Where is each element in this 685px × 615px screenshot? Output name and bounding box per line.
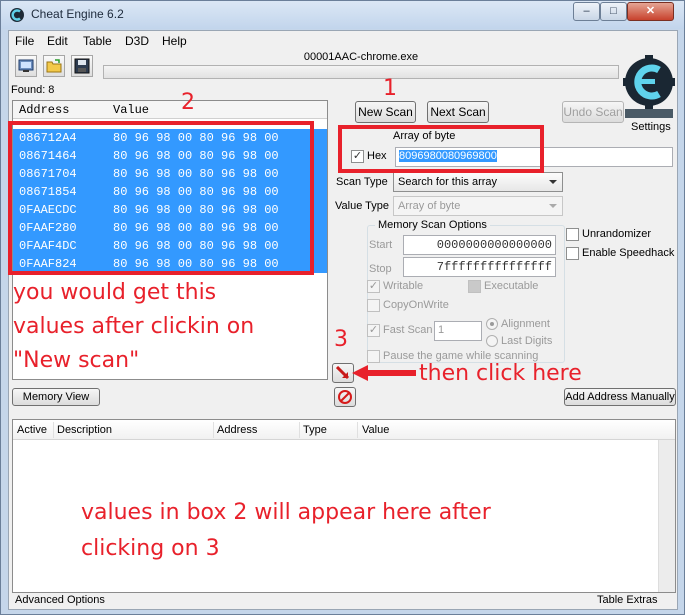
add-address-manually-button[interactable]: Add Address Manually: [564, 388, 676, 406]
value-type-label: Value Type: [335, 200, 390, 212]
annotation-box-1: [338, 125, 544, 173]
column-separator[interactable]: [213, 422, 214, 438]
open-file-icon: [46, 59, 62, 73]
writable-label: Writable: [383, 280, 424, 292]
no-entry-icon: [338, 390, 352, 404]
menu-edit[interactable]: Edit: [47, 34, 68, 48]
annotation-results-note-line3: "New scan": [13, 348, 140, 373]
annotation-number-2: 2: [181, 90, 195, 115]
settings-link[interactable]: Settings: [631, 121, 671, 133]
menu-d3d[interactable]: D3D: [125, 34, 149, 48]
fast-scan-label: Fast Scan: [383, 324, 433, 336]
red-arrow-icon: [336, 366, 350, 380]
col-active[interactable]: Active: [17, 424, 47, 436]
last-digits-label: Last Digits: [501, 335, 553, 347]
chevron-down-icon: [549, 180, 557, 184]
start-address-input[interactable]: 0000000000000000: [403, 235, 556, 255]
col-address[interactable]: Address: [217, 424, 257, 436]
stop-address-input[interactable]: 7fffffffffffffff: [403, 257, 556, 277]
scan-type-value: Search for this array: [398, 176, 498, 188]
alignment-radio[interactable]: [486, 318, 498, 330]
cheat-table-scrollbar[interactable]: [658, 440, 675, 592]
annotation-arrow-icon: [352, 365, 416, 381]
open-file-button[interactable]: [43, 55, 65, 77]
fast-scan-checkbox[interactable]: ✓: [367, 324, 380, 337]
memory-scan-options-title: Memory Scan Options: [375, 219, 490, 231]
minimize-button[interactable]: –: [573, 2, 600, 21]
save-file-button[interactable]: [71, 55, 93, 77]
found-count: Found: 8: [11, 84, 55, 96]
copy-on-write-checkbox[interactable]: [367, 299, 380, 312]
title-bar[interactable]: Cheat Engine 6.2 – □ ✕: [1, 1, 684, 29]
value-type-select[interactable]: Array of byte: [393, 196, 563, 216]
cheat-engine-logo-icon[interactable]: [623, 55, 675, 119]
value-type-value: Array of byte: [398, 200, 461, 212]
annotation-list-note-line1: values in box 2 will appear here after: [81, 500, 491, 525]
open-process-icon: [18, 59, 34, 72]
menu-file[interactable]: File: [15, 34, 34, 48]
annotation-number-1: 1: [383, 76, 397, 101]
executable-checkbox[interactable]: [468, 280, 481, 293]
col-value[interactable]: Value: [362, 424, 389, 436]
results-header: Address Value: [13, 101, 327, 119]
chevron-down-icon: [549, 204, 557, 208]
annotation-number-3: 3: [334, 327, 348, 352]
scan-progress-bar: [103, 65, 619, 79]
column-separator[interactable]: [357, 422, 358, 438]
clear-list-button[interactable]: [334, 387, 356, 407]
fast-scan-alignment-input[interactable]: 1: [434, 321, 482, 341]
annotation-results-note-line2: values after clickin on: [13, 314, 255, 339]
unrandomizer-checkbox[interactable]: [566, 228, 579, 241]
add-to-list-button[interactable]: [332, 363, 354, 383]
save-icon: [74, 58, 90, 74]
stop-label: Stop: [369, 263, 392, 275]
menu-table[interactable]: Table: [83, 34, 112, 48]
menu-bar: File Edit Table D3D Help: [9, 31, 677, 51]
writable-checkbox[interactable]: ✓: [367, 280, 380, 293]
scan-type-select[interactable]: Search for this array: [393, 172, 563, 192]
results-col-address[interactable]: Address: [19, 103, 69, 117]
col-description[interactable]: Description: [57, 424, 112, 436]
advanced-options-link[interactable]: Advanced Options: [15, 594, 105, 606]
annotation-click-note: then click here: [419, 361, 582, 386]
scan-type-label: Scan Type: [336, 176, 388, 188]
enable-speedhack-label: Enable Speedhack: [582, 247, 675, 259]
executable-label: Executable: [484, 280, 539, 292]
close-button[interactable]: ✕: [627, 2, 674, 21]
window-title: Cheat Engine 6.2: [31, 7, 124, 21]
process-name: 00001AAC-chrome.exe: [303, 51, 419, 63]
col-type[interactable]: Type: [303, 424, 327, 436]
alignment-label: Alignment: [501, 318, 550, 330]
column-separator[interactable]: [53, 422, 54, 438]
cheat-table-header: Active Description Address Type Value: [13, 420, 675, 440]
menu-help[interactable]: Help: [162, 34, 187, 48]
cheat-engine-app-icon: [10, 8, 24, 22]
annotation-list-note-line2: clicking on 3: [81, 536, 220, 561]
copy-on-write-label: CopyOnWrite: [383, 299, 449, 311]
last-digits-radio[interactable]: [486, 335, 498, 347]
splitter-handle[interactable]: [9, 409, 677, 415]
next-scan-button[interactable]: Next Scan: [427, 101, 489, 123]
pause-game-checkbox[interactable]: [367, 350, 380, 363]
annotation-box-2: [8, 121, 314, 275]
maximize-button[interactable]: □: [600, 2, 627, 21]
unrandomizer-label: Unrandomizer: [582, 228, 652, 240]
column-separator[interactable]: [299, 422, 300, 438]
new-scan-button[interactable]: New Scan: [355, 101, 416, 123]
cheat-engine-window: Cheat Engine 6.2 – □ ✕ File Edit Table D…: [0, 0, 685, 615]
undo-scan-button[interactable]: Undo Scan: [562, 101, 624, 123]
results-col-value[interactable]: Value: [113, 103, 149, 117]
memory-view-button[interactable]: Memory View: [12, 388, 100, 406]
open-process-button[interactable]: [15, 55, 37, 77]
annotation-results-note-line1: you would get this: [13, 280, 217, 305]
enable-speedhack-checkbox[interactable]: [566, 247, 579, 260]
start-label: Start: [369, 239, 393, 251]
table-extras-link[interactable]: Table Extras: [597, 594, 658, 606]
